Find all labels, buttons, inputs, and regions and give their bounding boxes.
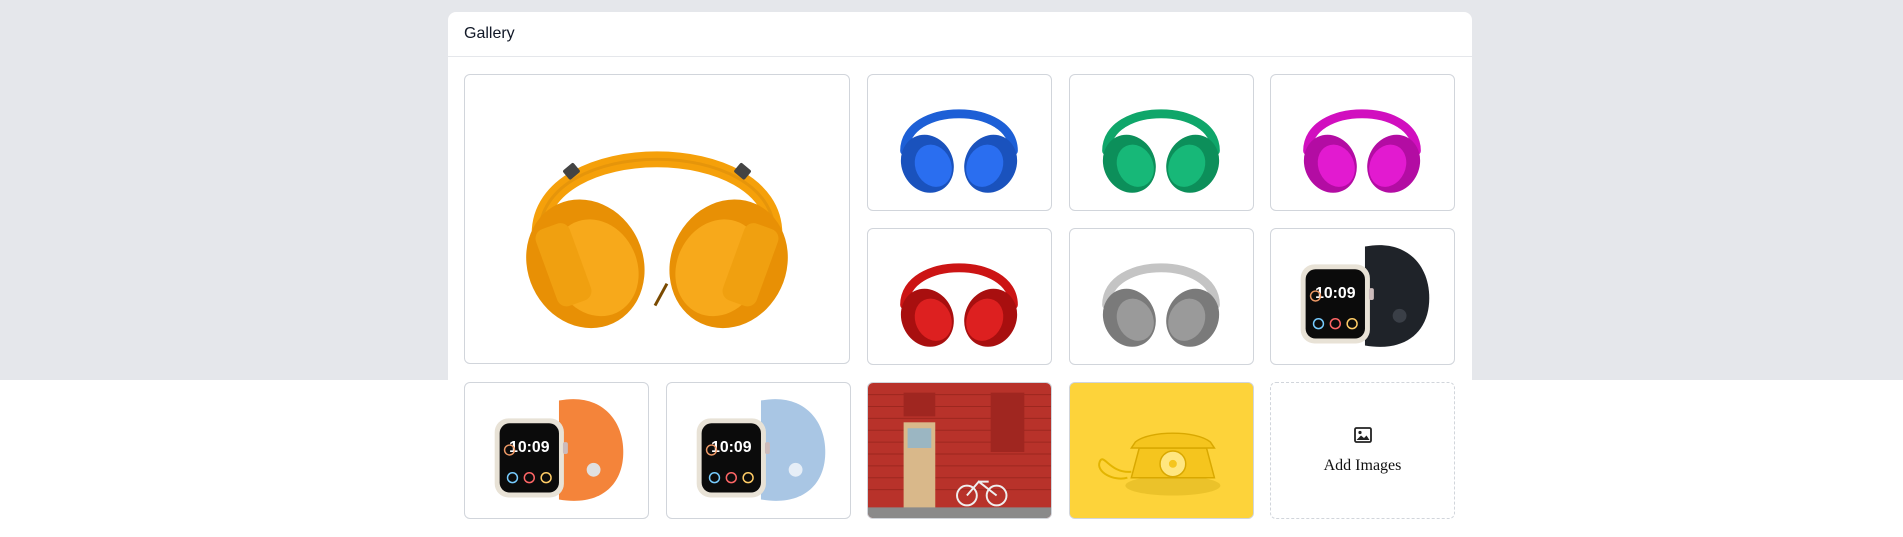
add-images-label: Add Images — [1323, 456, 1402, 474]
gallery-image-magenta-headphones[interactable] — [1270, 74, 1455, 211]
add-images-button[interactable]: Add Images — [1270, 382, 1455, 519]
headphones-magenta-image — [1303, 109, 1421, 193]
headphones-red-image — [900, 263, 1018, 347]
gallery-image-orange-watch[interactable]: 10:09 — [464, 382, 649, 519]
headphones-blue-image — [900, 109, 1018, 193]
gallery-image-yellow-telephone[interactable] — [1069, 382, 1254, 519]
gallery-image-blue-watch[interactable]: 10:09 — [666, 382, 851, 519]
watch-orange-image: 10:09 — [494, 399, 624, 501]
gallery-image-black-watch[interactable]: 10:09 — [1270, 228, 1455, 365]
watch-light-blue-image: 10:09 — [696, 399, 826, 501]
image-icon — [1353, 426, 1372, 443]
watch-black-image: 10:09 — [1300, 245, 1430, 347]
svg-text:10:09: 10:09 — [711, 439, 752, 456]
gallery-image-green-headphones[interactable] — [1069, 74, 1254, 211]
headphones-silver-image — [1102, 263, 1220, 347]
gallery-image-featured[interactable] — [464, 74, 850, 364]
svg-text:10:09: 10:09 — [1315, 285, 1356, 302]
headphones-green-image — [1102, 109, 1220, 193]
telephone-photo — [1070, 383, 1253, 518]
gallery-image-red-headphones[interactable] — [867, 228, 1052, 365]
brick-wall-photo — [868, 383, 1051, 518]
gallery-image-blue-headphones[interactable] — [867, 74, 1052, 211]
gallery-image-brick-wall[interactable] — [867, 382, 1052, 519]
svg-text:10:09: 10:09 — [509, 439, 550, 456]
gallery-title: Gallery — [448, 12, 1472, 57]
headphones-orange-image — [526, 151, 788, 329]
gallery-image-silver-headphones[interactable] — [1069, 228, 1254, 365]
